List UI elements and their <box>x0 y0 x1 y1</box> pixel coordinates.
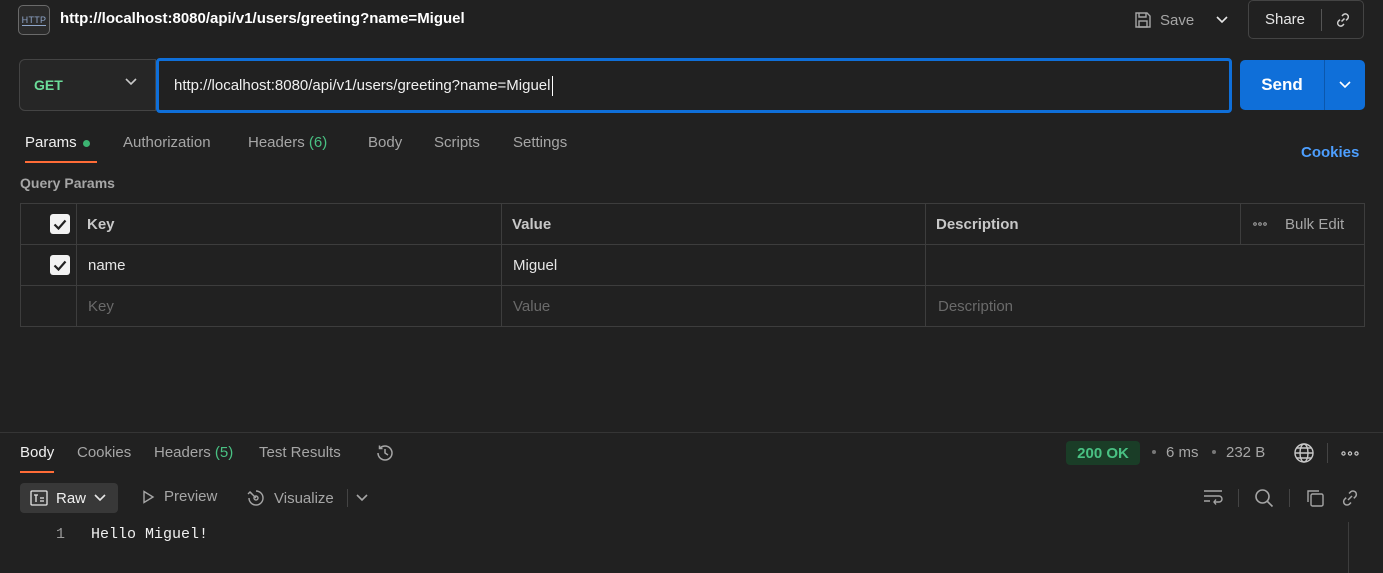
method-select[interactable]: GET <box>19 59 156 111</box>
http-request-icon: HTTP <box>18 5 50 35</box>
history-icon[interactable] <box>375 443 395 463</box>
copy-link-icon[interactable] <box>1322 11 1363 29</box>
table-row: name Miguel <box>21 245 1364 286</box>
visualize-button[interactable]: Visualize <box>246 488 334 508</box>
search-icon[interactable] <box>1254 488 1274 508</box>
url-input[interactable]: http://localhost:8080/api/v1/users/greet… <box>156 58 1232 113</box>
headers-count: (6) <box>308 134 328 151</box>
visualize-icon <box>246 488 266 508</box>
status-badge[interactable]: 200 OK <box>1066 441 1140 465</box>
response-body-text[interactable]: Hello Miguel! <box>91 526 208 543</box>
response-divider[interactable] <box>0 432 1383 433</box>
row-checkbox[interactable] <box>40 245 76 285</box>
save-icon <box>1134 11 1152 29</box>
table-row-empty: Key Value Description <box>21 286 1364 327</box>
more-options-icon[interactable] <box>1341 451 1359 456</box>
response-tab-headers[interactable]: Headers (5) <box>154 444 233 470</box>
select-all-checkbox[interactable] <box>40 204 76 244</box>
share-control: Share <box>1248 0 1364 39</box>
value-placeholder-input[interactable]: Value <box>503 286 550 327</box>
chevron-down-icon <box>94 494 106 502</box>
response-size[interactable]: 232 B <box>1226 444 1265 461</box>
wrap-lines-icon[interactable] <box>1203 488 1223 506</box>
bulk-edit-button[interactable]: Bulk Edit <box>1285 216 1344 233</box>
meta-separator <box>1152 450 1156 454</box>
globe-icon[interactable] <box>1293 442 1315 464</box>
tab-authorization[interactable]: Authorization <box>123 134 211 162</box>
send-control: Send <box>1240 60 1365 110</box>
line-number: 1 <box>56 526 66 543</box>
tab-scripts[interactable]: Scripts <box>434 134 480 162</box>
param-description-cell[interactable] <box>926 245 1365 285</box>
link-icon[interactable] <box>1340 488 1360 508</box>
response-tab-test-results[interactable]: Test Results <box>259 444 341 470</box>
preview-button[interactable]: Preview <box>140 488 217 505</box>
response-body-line[interactable]: 1 Hello Miguel! <box>56 526 208 543</box>
toolbar-divider <box>1289 489 1290 507</box>
tab-body[interactable]: Body <box>368 134 402 162</box>
copy-icon[interactable] <box>1305 488 1325 508</box>
params-active-dot <box>82 139 90 147</box>
response-tab-body-label: Body <box>20 444 55 461</box>
response-headers-label: Headers <box>154 444 211 461</box>
description-placeholder-input[interactable]: Description <box>928 286 1013 327</box>
response-time[interactable]: 6 ms <box>1166 444 1199 461</box>
send-options-chevron-icon[interactable] <box>1325 60 1365 110</box>
active-tab-indicator <box>20 471 55 473</box>
param-value-cell[interactable]: Miguel <box>503 245 557 285</box>
active-tab-indicator <box>25 161 97 163</box>
share-button[interactable]: Share <box>1249 11 1321 28</box>
text-cursor <box>551 75 553 96</box>
send-button[interactable]: Send <box>1240 60 1324 110</box>
raw-format-icon <box>30 490 48 506</box>
column-header-description: Description <box>936 215 1019 233</box>
toolbar-divider <box>1327 443 1328 463</box>
save-options-chevron-icon[interactable] <box>1210 7 1234 33</box>
save-button[interactable]: Save <box>1134 7 1194 33</box>
chevron-down-icon <box>125 78 137 86</box>
tab-headers[interactable]: Headers (6) <box>248 134 327 162</box>
tab-params[interactable]: Params <box>25 134 97 163</box>
save-label: Save <box>1160 11 1195 29</box>
play-icon <box>140 489 156 505</box>
toolbar-divider <box>1238 489 1239 507</box>
query-params-table: Key Value Description Bulk Edit name Mig… <box>20 203 1365 327</box>
visualize-chevron-down-icon[interactable] <box>356 494 368 502</box>
response-tab-cookies[interactable]: Cookies <box>77 444 131 470</box>
response-tab-body[interactable]: Body <box>20 444 55 473</box>
table-header-row: Key Value Description Bulk Edit <box>21 204 1364 245</box>
param-key-cell[interactable]: name <box>78 245 126 285</box>
response-scrollbar[interactable] <box>1348 522 1349 573</box>
visualize-label: Visualize <box>274 489 334 507</box>
preview-label: Preview <box>164 488 218 505</box>
column-header-value: Value <box>512 215 552 233</box>
tab-headers-label: Headers <box>248 134 305 151</box>
query-params-heading: Query Params <box>20 175 115 191</box>
column-header-key: Key <box>87 215 115 233</box>
format-select[interactable]: Raw <box>20 483 118 513</box>
format-label: Raw <box>56 489 87 507</box>
request-title[interactable]: http://localhost:8080/api/v1/users/greet… <box>60 10 465 27</box>
bulk-edit-control[interactable]: Bulk Edit <box>1241 204 1344 244</box>
method-label: GET <box>34 77 63 93</box>
url-text: http://localhost:8080/api/v1/users/greet… <box>174 77 551 94</box>
more-options-icon[interactable] <box>1253 222 1267 226</box>
toolbar-divider <box>347 489 348 507</box>
tab-params-label: Params <box>25 134 77 151</box>
meta-separator <box>1212 450 1216 454</box>
cookies-link[interactable]: Cookies <box>1301 144 1359 161</box>
key-placeholder-input[interactable]: Key <box>78 286 114 327</box>
tab-settings[interactable]: Settings <box>513 134 567 162</box>
response-headers-count: (5) <box>214 444 234 461</box>
